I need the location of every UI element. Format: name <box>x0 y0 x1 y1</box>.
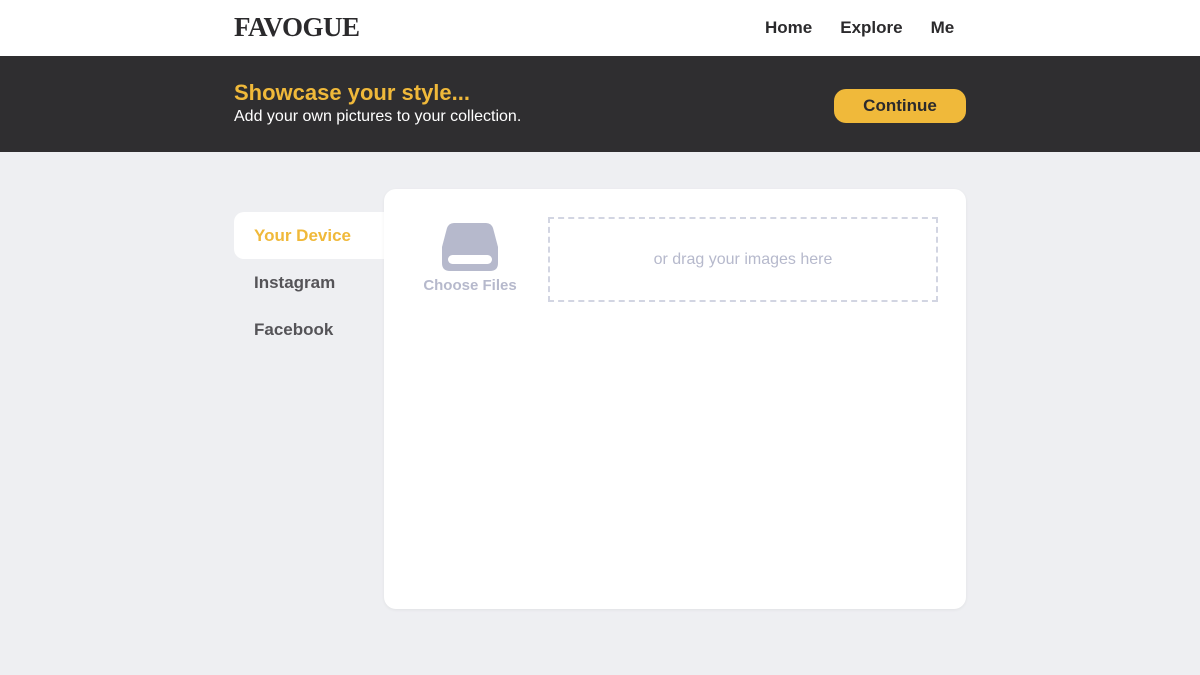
tab-your-device[interactable]: Your Device <box>234 212 386 259</box>
continue-button[interactable]: Continue <box>834 89 966 123</box>
nav-link-explore[interactable]: Explore <box>840 18 902 38</box>
logo[interactable]: FAVOGUE <box>234 12 360 43</box>
hard-drive-icon <box>442 223 498 271</box>
banner-subtitle: Add your own pictures to your collection… <box>234 108 522 125</box>
tab-facebook[interactable]: Facebook <box>234 306 386 353</box>
drop-zone[interactable]: or drag your images here <box>548 217 938 302</box>
upload-panel: Choose Files or drag your images here <box>384 189 966 609</box>
choose-files-button[interactable]: Choose Files <box>420 223 520 294</box>
nav-links: Home Explore Me <box>765 18 954 38</box>
source-tabs: Your Device Instagram Facebook <box>234 212 386 353</box>
tab-instagram[interactable]: Instagram <box>234 259 386 306</box>
hero-banner: Showcase your style... Add your own pict… <box>0 56 1200 152</box>
top-nav: FAVOGUE Home Explore Me <box>0 0 1200 56</box>
drop-hint: or drag your images here <box>653 250 833 268</box>
choose-files-label: Choose Files <box>423 277 517 294</box>
nav-link-home[interactable]: Home <box>765 18 812 38</box>
banner-title: Showcase your style... <box>234 80 470 105</box>
nav-link-me[interactable]: Me <box>931 18 955 38</box>
